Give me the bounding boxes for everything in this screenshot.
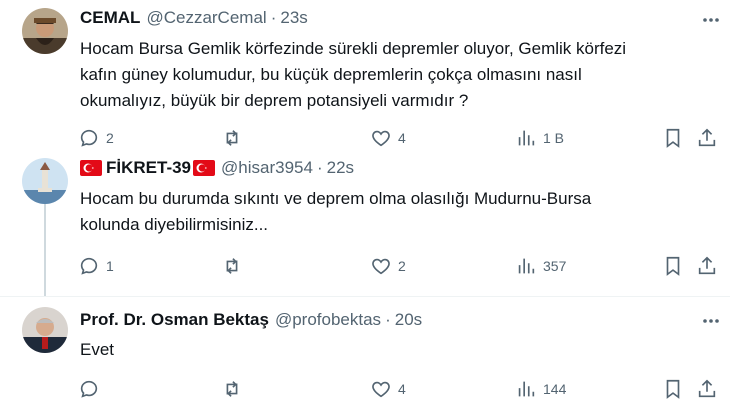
avatar-image — [22, 307, 68, 353]
action-bar: 2 4 1 B — [78, 126, 718, 150]
more-icon[interactable] — [699, 309, 723, 333]
like-count: 2 — [398, 258, 406, 274]
like-count: 4 — [398, 381, 406, 397]
views-count: 357 — [543, 258, 567, 274]
bookmark-button[interactable] — [662, 254, 684, 278]
repost-icon — [226, 258, 238, 274]
tweet-1[interactable]: CEMAL @CezzarCemal · 23s Hocam Bursa Gem… — [0, 0, 730, 150]
views-count: 1 B — [543, 130, 565, 146]
tweet-text-line: Hocam bu durumda sıkıntı ve deprem olma … — [80, 189, 592, 208]
reply-count: 1 — [106, 258, 114, 274]
separator-dot: · — [270, 8, 277, 27]
avatar-image — [22, 158, 68, 204]
heart-icon — [372, 258, 390, 275]
repost-button[interactable] — [221, 126, 249, 150]
tweet-text-line: okumalıyız, büyük bir deprem potansiyeli… — [80, 91, 469, 110]
share-icon — [698, 379, 716, 398]
reply-button[interactable]: 1 — [78, 254, 114, 278]
action-bar: 1 2 357 — [78, 254, 718, 278]
tweet-text-line: kolunda diyebilirmisiniz... — [80, 215, 269, 234]
repost-icon — [226, 130, 238, 146]
views-button[interactable]: 144 — [515, 377, 566, 401]
avatar[interactable] — [22, 8, 68, 54]
author-name[interactable]: CEMAL — [80, 8, 140, 28]
reply-icon — [80, 129, 98, 147]
bookmark-button[interactable] — [662, 126, 684, 150]
share-button[interactable] — [696, 254, 718, 278]
tweet-header: CEMAL @CezzarCemal · 23s — [80, 6, 308, 30]
timestamp[interactable]: 22s — [327, 158, 354, 178]
bookmark-icon — [666, 379, 680, 399]
like-count: 4 — [398, 130, 406, 146]
tweet-2[interactable]: FİKRET-39 @hisar3954 · 22s Hocam bu duru… — [0, 150, 730, 296]
avatar[interactable] — [22, 307, 68, 353]
turkey-flag-icon — [193, 160, 216, 176]
repost-button[interactable] — [221, 377, 249, 401]
repost-icon — [226, 381, 238, 397]
reply-count: 2 — [106, 130, 114, 146]
timestamp[interactable]: 23s — [280, 8, 307, 28]
repost-button[interactable] — [221, 254, 249, 278]
tweet-text-line: Hocam Bursa Gemlik körfezinde sürekli de… — [80, 39, 627, 58]
tweet-text: Evet — [80, 337, 710, 363]
views-icon — [518, 258, 535, 274]
reply-button[interactable]: 2 — [78, 126, 114, 150]
share-icon — [698, 256, 716, 275]
avatar-image — [22, 8, 68, 54]
reply-icon — [80, 257, 98, 275]
views-icon — [518, 130, 535, 146]
tweet-3[interactable]: Prof. Dr. Osman Bektaş @profobektas · 20… — [0, 297, 730, 420]
like-button[interactable]: 4 — [370, 126, 406, 150]
author-handle[interactable]: @profobektas — [275, 310, 381, 330]
tweet-text: Hocam bu durumda sıkıntı ve deprem olma … — [80, 186, 710, 238]
tweet-header: Prof. Dr. Osman Bektaş @profobektas · 20… — [80, 308, 422, 332]
views-count: 144 — [543, 381, 567, 397]
author-handle[interactable]: @CezzarCemal — [146, 8, 266, 28]
like-button[interactable]: 2 — [370, 254, 406, 278]
heart-icon — [372, 130, 390, 147]
author-name[interactable]: FİKRET-39 — [106, 158, 191, 178]
tweet-header: FİKRET-39 @hisar3954 · 22s — [80, 156, 354, 180]
share-button[interactable] — [696, 126, 718, 150]
share-icon — [698, 128, 716, 147]
share-button[interactable] — [696, 377, 718, 401]
views-icon — [518, 381, 535, 397]
separator-dot: · — [316, 158, 323, 177]
tweet-text-line: Evet — [80, 340, 115, 359]
author-name[interactable]: Prof. Dr. Osman Bektaş — [80, 310, 269, 330]
bookmark-icon — [666, 128, 680, 148]
tweet-text: Hocam Bursa Gemlik körfezinde sürekli de… — [80, 36, 710, 114]
separator-dot: · — [385, 310, 391, 329]
more-icon[interactable] — [699, 8, 723, 32]
turkey-flag-icon — [80, 160, 102, 176]
bookmark-button[interactable] — [662, 377, 684, 401]
bookmark-icon — [666, 256, 680, 276]
action-bar: 4 144 — [78, 377, 718, 401]
avatar[interactable] — [22, 158, 68, 204]
views-button[interactable]: 1 B — [515, 126, 564, 150]
tweet-text-line: kafın güney kolumudur, bu küçük depremle… — [80, 65, 582, 84]
author-handle[interactable]: @hisar3954 — [221, 158, 313, 178]
views-button[interactable]: 357 — [515, 254, 566, 278]
timestamp[interactable]: 20s — [395, 310, 422, 330]
heart-icon — [372, 381, 390, 398]
reply-icon — [80, 380, 98, 398]
reply-button[interactable] — [78, 377, 106, 401]
like-button[interactable]: 4 — [370, 377, 406, 401]
